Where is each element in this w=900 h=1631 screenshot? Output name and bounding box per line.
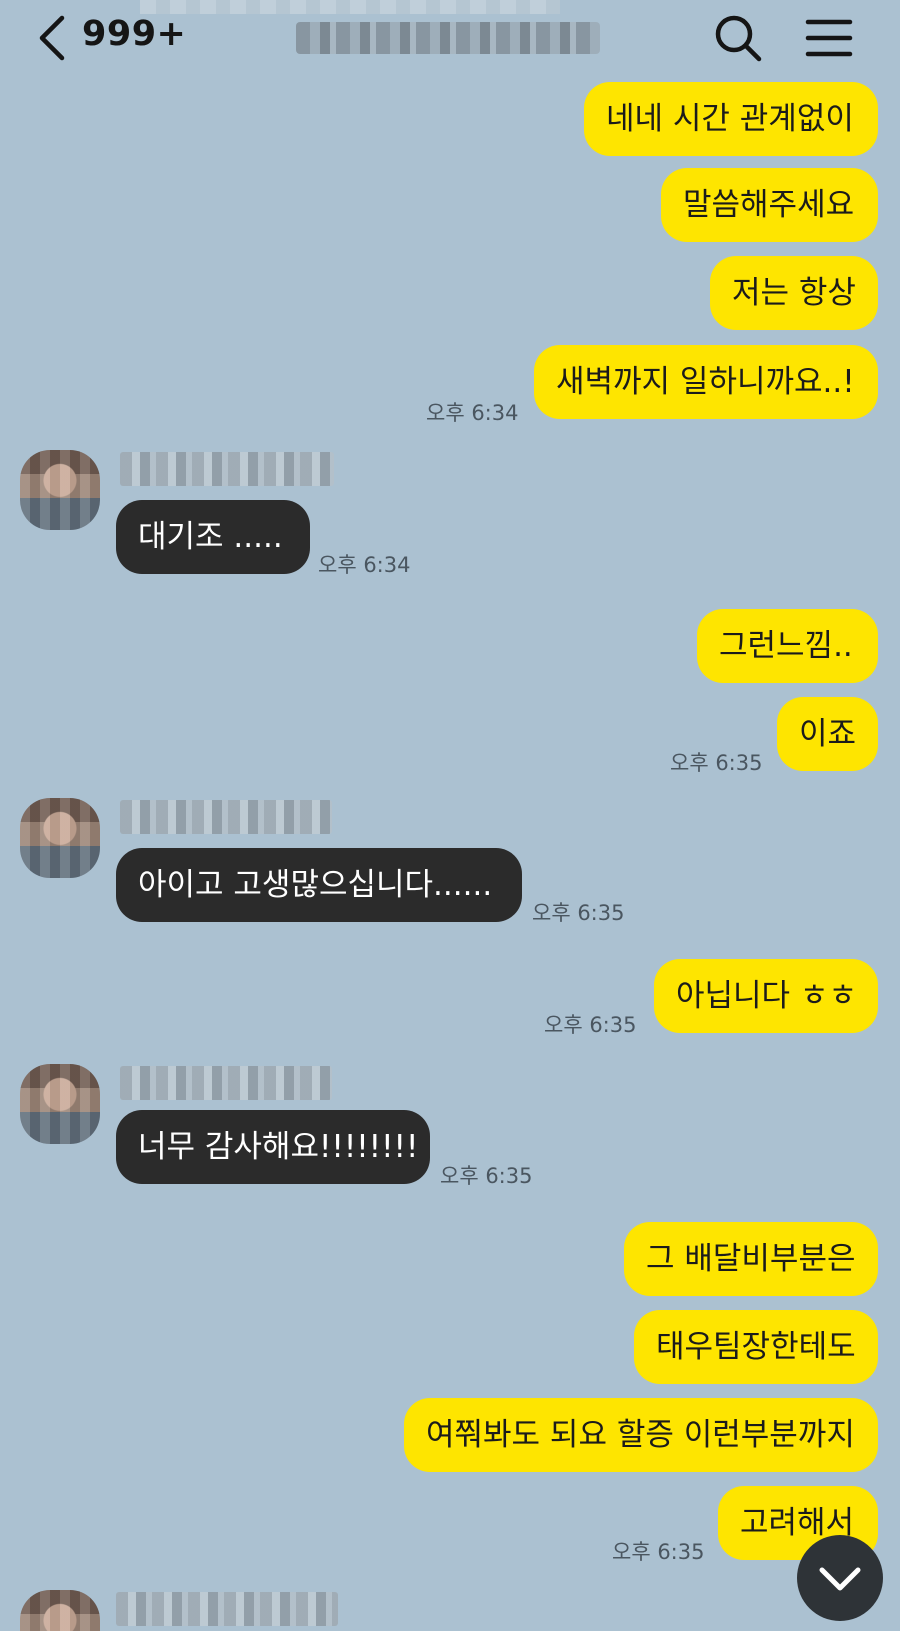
sender-avatar[interactable] bbox=[20, 1064, 100, 1144]
my-message[interactable]: 저는 항상 bbox=[710, 256, 878, 330]
chat-title-blurred bbox=[296, 22, 600, 54]
their-message[interactable]: 너무 감사해요!!!!!!!! bbox=[116, 1110, 430, 1184]
search-button[interactable] bbox=[712, 12, 764, 64]
unread-count[interactable]: 999+ bbox=[82, 14, 186, 54]
sender-name-blurred bbox=[116, 1592, 338, 1626]
my-message[interactable]: 그런느낌.. bbox=[697, 609, 878, 683]
menu-button[interactable] bbox=[804, 14, 854, 62]
sender-name-blurred bbox=[120, 1066, 332, 1100]
sender-avatar[interactable] bbox=[20, 450, 100, 530]
back-chevron-icon bbox=[39, 15, 65, 61]
scroll-to-bottom-button[interactable] bbox=[797, 1535, 883, 1621]
back-button[interactable] bbox=[32, 10, 76, 66]
message-time: 오후 6:35 bbox=[612, 1540, 705, 1564]
my-message[interactable]: 네네 시간 관계없이 bbox=[584, 82, 878, 156]
chat-header: 999+ bbox=[0, 0, 900, 80]
my-message[interactable]: 아닙니다 ㅎㅎ bbox=[654, 959, 878, 1033]
my-message[interactable]: 태우팀장한테도 bbox=[634, 1310, 878, 1384]
my-message[interactable]: 여쭤봐도 되요 할증 이런부분까지 bbox=[404, 1398, 878, 1472]
chevron-down-icon bbox=[819, 1567, 861, 1591]
message-time: 오후 6:34 bbox=[318, 553, 411, 577]
message-time: 오후 6:35 bbox=[544, 1013, 637, 1037]
sender-name-blurred bbox=[120, 452, 334, 486]
my-message[interactable]: 새벽까지 일하니까요..! bbox=[534, 345, 878, 419]
message-time: 오후 6:34 bbox=[426, 401, 519, 425]
search-icon bbox=[715, 15, 762, 62]
menu-icon bbox=[805, 19, 853, 57]
message-time: 오후 6:35 bbox=[670, 751, 763, 775]
message-time: 오후 6:35 bbox=[532, 901, 625, 925]
my-message[interactable]: 말씀해주세요 bbox=[661, 168, 878, 242]
my-message[interactable]: 이죠 bbox=[777, 697, 878, 771]
previous-message-ghost bbox=[140, 0, 560, 14]
my-message[interactable]: 그 배달비부분은 bbox=[624, 1222, 878, 1296]
message-time: 오후 6:35 bbox=[440, 1164, 533, 1188]
sender-avatar[interactable] bbox=[20, 798, 100, 878]
their-message[interactable]: 아이고 고생많으십니다...... bbox=[116, 848, 522, 922]
sender-name-blurred bbox=[120, 800, 332, 834]
sender-avatar[interactable] bbox=[20, 1590, 100, 1631]
their-message[interactable]: 대기조 ..... bbox=[116, 500, 310, 574]
